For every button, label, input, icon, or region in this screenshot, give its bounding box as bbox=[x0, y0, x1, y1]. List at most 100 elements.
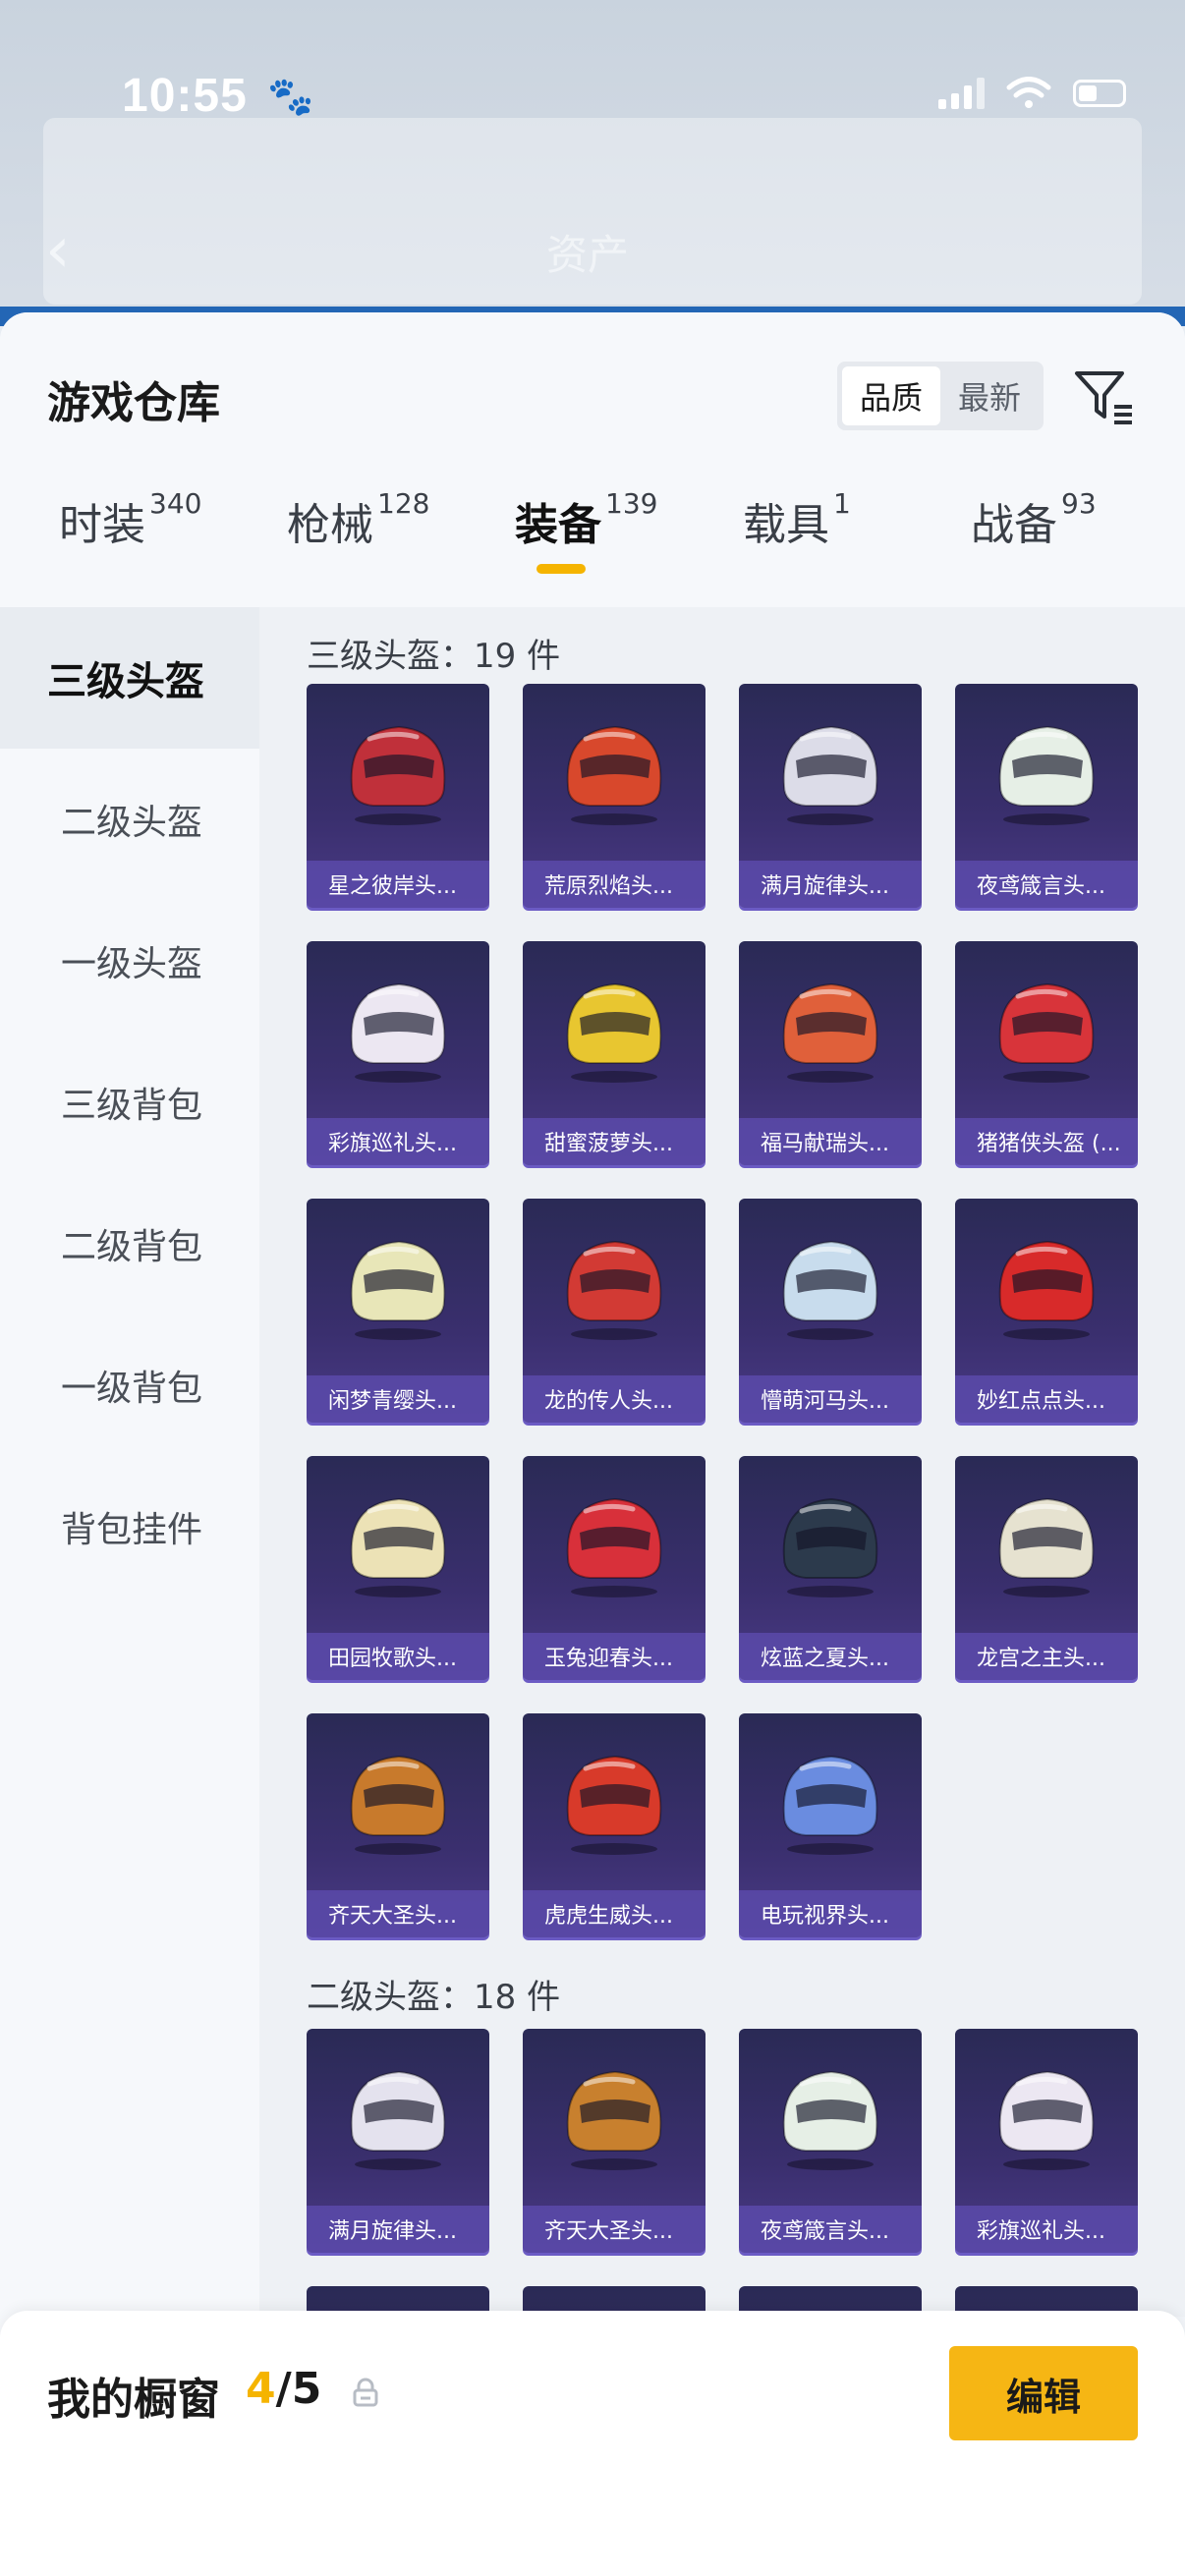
tab-guns[interactable]: 枪械 128 bbox=[287, 487, 429, 552]
helmet-icon bbox=[782, 1755, 878, 1855]
helmet-icon bbox=[566, 1497, 662, 1597]
battery-icon bbox=[1073, 80, 1126, 107]
sidebar-item-backpack-charm[interactable]: 背包挂件 bbox=[0, 1456, 259, 1597]
item-name: 炫蓝之夏头... bbox=[739, 1633, 922, 1680]
item-card[interactable]: 田园牧歌头... bbox=[307, 1456, 489, 1680]
tab-equipment[interactable]: 装备 139 bbox=[515, 487, 658, 552]
edit-button[interactable]: 编辑 bbox=[949, 2346, 1138, 2440]
item-card[interactable]: 电玩视界头... bbox=[739, 1713, 922, 1937]
sidebar-item-lvl3-backpack[interactable]: 三级背包 bbox=[0, 1032, 259, 1173]
helmet-icon bbox=[350, 2070, 446, 2170]
item-card[interactable]: 荒原烈焰头... bbox=[523, 684, 705, 908]
item-card[interactable]: 满月旋律头... bbox=[739, 684, 922, 908]
signal-icon bbox=[938, 78, 985, 109]
item-name: 玉兔迎春头... bbox=[523, 1633, 705, 1680]
item-name: 夜鸢箴言头... bbox=[739, 2206, 922, 2253]
sidebar-item-lvl3-helmet[interactable]: 三级头盔 bbox=[0, 607, 259, 749]
paw-icon: 🐾 bbox=[267, 75, 314, 118]
item-name: 福马献瑞头... bbox=[739, 1118, 922, 1165]
item-card[interactable]: 闲梦青缨头... bbox=[307, 1199, 489, 1423]
helmet-icon bbox=[782, 725, 878, 825]
category-tabs: 时装 340 枪械 128 装备 139 载具 1 战备 93 bbox=[0, 487, 1185, 607]
helmet-icon bbox=[566, 725, 662, 825]
item-name: 懵萌河马头... bbox=[739, 1375, 922, 1423]
item-name: 虎虎生威头... bbox=[523, 1890, 705, 1937]
item-name: 满月旋律头... bbox=[739, 861, 922, 908]
item-name: 龙的传人头... bbox=[523, 1375, 705, 1423]
status-icons bbox=[938, 77, 1126, 110]
sidebar-item-lvl2-backpack[interactable]: 二级背包 bbox=[0, 1173, 259, 1315]
item-card[interactable]: 懵萌河马头... bbox=[739, 1199, 922, 1423]
helmet-icon bbox=[782, 1497, 878, 1597]
helmet-icon bbox=[782, 1240, 878, 1340]
showcase-total: 5 bbox=[291, 2364, 322, 2414]
warehouse-sheet: 游戏仓库 品质 最新 时装 340 枪械 128 装备 139 载具 1 战备 … bbox=[0, 312, 1185, 2576]
helmet-icon bbox=[782, 2070, 878, 2170]
item-card[interactable]: 妙红点点头... bbox=[955, 1199, 1138, 1423]
item-name: 星之彼岸头... bbox=[307, 861, 489, 908]
item-card[interactable]: 虎虎生威头... bbox=[523, 1713, 705, 1937]
item-name: 满月旋律头... bbox=[307, 2206, 489, 2253]
item-name: 彩旗巡礼头... bbox=[955, 2206, 1138, 2253]
sort-option-quality[interactable]: 品质 bbox=[842, 366, 940, 425]
item-card[interactable]: 彩旗巡礼头... bbox=[955, 2029, 1138, 2253]
item-card[interactable]: 夜鸢箴言头... bbox=[739, 2029, 922, 2253]
item-card[interactable]: 彩旗巡礼头... bbox=[307, 941, 489, 1165]
tab-count: 139 bbox=[605, 487, 658, 520]
helmet-icon bbox=[566, 1755, 662, 1855]
tab-gear[interactable]: 战备 93 bbox=[971, 487, 1097, 552]
back-chevron-icon[interactable]: ‹ bbox=[45, 214, 71, 287]
sheet-header: 游戏仓库 品质 最新 时装 340 枪械 128 装备 139 载具 1 战备 … bbox=[0, 312, 1185, 607]
tab-fashion[interactable]: 时装 340 bbox=[59, 487, 201, 552]
item-card[interactable]: 甜蜜菠萝头... bbox=[523, 941, 705, 1165]
item-card[interactable]: 满月旋律头... bbox=[307, 2029, 489, 2253]
item-name: 荒原烈焰头... bbox=[523, 861, 705, 908]
item-card[interactable]: 星之彼岸头... bbox=[307, 684, 489, 908]
helmet-icon bbox=[350, 982, 446, 1083]
item-card[interactable]: 齐天大圣头... bbox=[523, 2029, 705, 2253]
item-card[interactable]: 龙的传人头... bbox=[523, 1199, 705, 1423]
item-grid: 三级头盔：19 件 二级头盔：18 件 星之彼岸头... 荒原烈焰头... 满月旋律… bbox=[259, 607, 1185, 2317]
section-title-lvl3: 三级头盔：19 件 bbox=[307, 637, 561, 676]
sort-toggle: 品质 最新 bbox=[837, 362, 1044, 430]
helmet-icon bbox=[998, 2070, 1095, 2170]
active-tab-indicator bbox=[536, 564, 586, 574]
filter-icon[interactable] bbox=[1071, 364, 1136, 428]
tab-label: 时装 bbox=[59, 500, 145, 550]
helmet-icon bbox=[998, 725, 1095, 825]
item-name: 猪猪侠头盔 (... bbox=[955, 1118, 1138, 1165]
sidebar-item-lvl1-backpack[interactable]: 一级背包 bbox=[0, 1315, 259, 1456]
item-card[interactable]: 齐天大圣头... bbox=[307, 1713, 489, 1937]
item-card[interactable]: 猪猪侠头盔 (... bbox=[955, 941, 1138, 1165]
background-title: 资产 bbox=[546, 231, 630, 279]
item-name: 齐天大圣头... bbox=[523, 2206, 705, 2253]
background-page: 10:55 🐾 ‹ 资产 bbox=[0, 0, 1185, 326]
item-card[interactable]: 玉兔迎春头... bbox=[523, 1456, 705, 1680]
sheet-title: 游戏仓库 bbox=[47, 378, 220, 428]
item-name: 彩旗巡礼头... bbox=[307, 1118, 489, 1165]
helmet-icon bbox=[566, 2070, 662, 2170]
helmet-icon bbox=[566, 1240, 662, 1340]
status-time: 10:55 bbox=[122, 70, 248, 122]
showcase-current: 4 bbox=[246, 2364, 276, 2414]
item-name: 甜蜜菠萝头... bbox=[523, 1118, 705, 1165]
tab-count: 93 bbox=[1061, 487, 1097, 520]
item-name: 妙红点点头... bbox=[955, 1375, 1138, 1423]
item-name: 田园牧歌头... bbox=[307, 1633, 489, 1680]
helmet-icon bbox=[350, 725, 446, 825]
showcase-label: 我的橱窗 bbox=[47, 2375, 220, 2425]
tab-vehicles[interactable]: 载具 1 bbox=[743, 487, 851, 552]
item-card[interactable]: 福马献瑞头... bbox=[739, 941, 922, 1165]
item-name: 电玩视界头... bbox=[739, 1890, 922, 1937]
item-card[interactable]: 夜鸢箴言头... bbox=[955, 684, 1138, 908]
lock-icon bbox=[353, 2378, 378, 2407]
item-name: 夜鸢箴言头... bbox=[955, 861, 1138, 908]
tab-label: 枪械 bbox=[287, 500, 373, 550]
item-card[interactable]: 龙宫之主头... bbox=[955, 1456, 1138, 1680]
item-card[interactable]: 炫蓝之夏头... bbox=[739, 1456, 922, 1680]
sidebar-item-lvl2-helmet[interactable]: 二级头盔 bbox=[0, 749, 259, 890]
sort-option-newest[interactable]: 最新 bbox=[940, 366, 1039, 425]
tab-label: 战备 bbox=[971, 500, 1057, 550]
item-name: 闲梦青缨头... bbox=[307, 1375, 489, 1423]
sidebar-item-lvl1-helmet[interactable]: 一级头盔 bbox=[0, 890, 259, 1032]
